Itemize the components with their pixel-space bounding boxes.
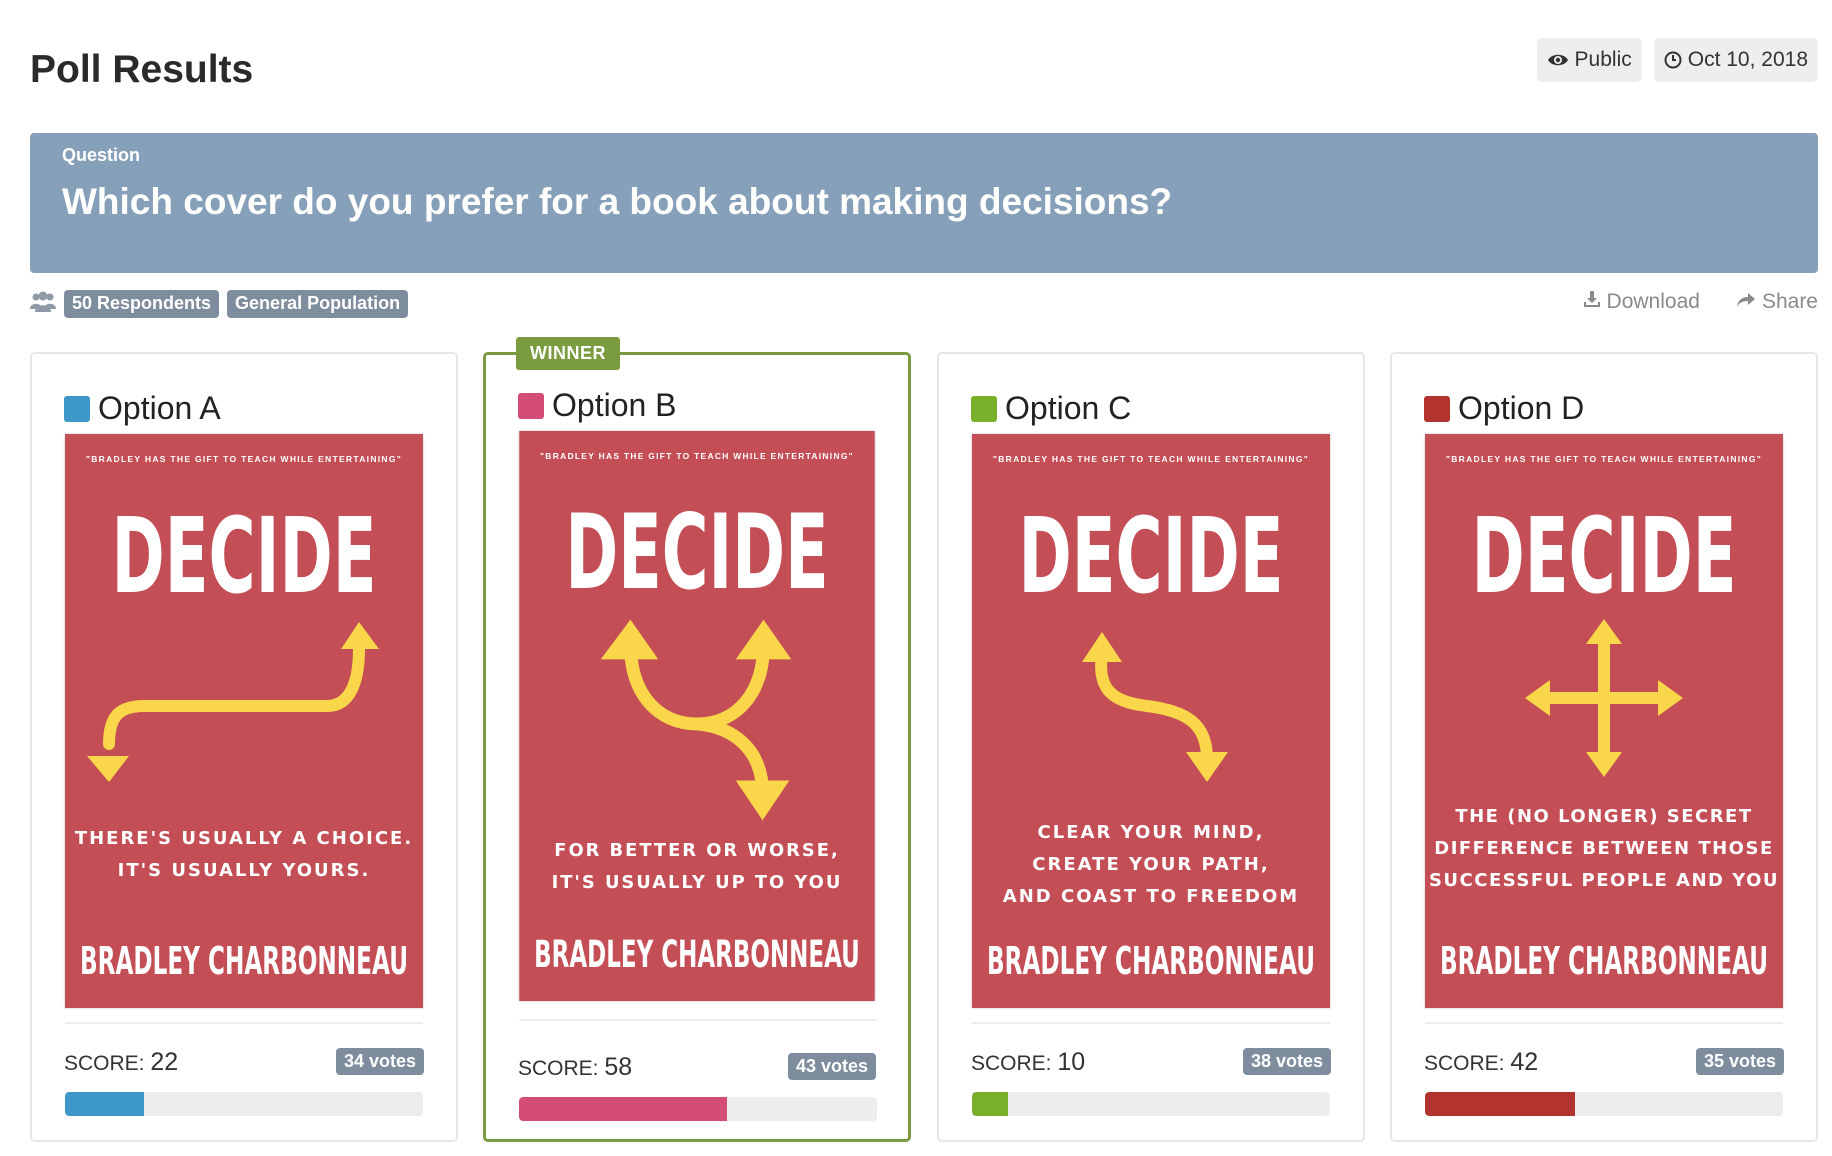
cover-tagline-line: THERE'S USUALLY A CHOICE. [75, 828, 413, 849]
score-bar [1425, 1092, 1783, 1116]
clock-icon [1664, 51, 1682, 69]
score-bar [65, 1092, 423, 1116]
cover-tagline-line: IT'S USUALLY UP TO YOU [552, 872, 843, 893]
cover-author: BRADLEY CHARBONNEAU [1440, 939, 1768, 983]
color-swatch [518, 392, 544, 419]
cover-title: DECIDE [1019, 495, 1284, 617]
score-bar-fill [972, 1092, 1008, 1116]
cover-title: DECIDE [1472, 495, 1737, 617]
score: SCORE: 42 [1424, 1048, 1538, 1077]
score-label: SCORE: [971, 1052, 1052, 1075]
cover-tagline-line: CLEAR YOUR MIND, [1038, 822, 1265, 843]
cover-tagline-line: AND COAST TO FREEDOM [1003, 886, 1299, 907]
score: SCORE: 22 [64, 1048, 178, 1077]
option-label: Option D [1458, 390, 1585, 426]
color-swatch [971, 395, 997, 422]
download-icon [1583, 290, 1601, 314]
option-label: Option B [552, 387, 677, 423]
respondents-badge: 50 Respondents [64, 290, 220, 318]
book-cover-image: "BRADLEY HAS THE GIFT TO TEACH WHILE ENT… [1425, 434, 1783, 1008]
download-label: Download [1606, 290, 1700, 313]
option-header: Option A [64, 390, 221, 427]
share-icon [1736, 290, 1756, 314]
cover-author: BRADLEY CHARBONNEAU [534, 932, 860, 976]
share-label: Share [1761, 290, 1818, 313]
cover-author: BRADLEY CHARBONNEAU [987, 939, 1315, 983]
date-label: Oct 10, 2018 [1687, 48, 1808, 71]
option-label: Option C [1005, 390, 1132, 426]
winner-badge: WINNER [516, 337, 620, 370]
book-cover-image: "BRADLEY HAS THE GIFT TO TEACH WHILE ENT… [65, 434, 423, 1008]
cover-tagline-line: IT'S USUALLY YOURS. [118, 860, 371, 881]
cover-tagline-line: DIFFERENCE BETWEEN THOSE [1434, 838, 1774, 859]
book-cover-image: "BRADLEY HAS THE GIFT TO TEACH WHILE ENT… [972, 434, 1330, 1008]
score-label: SCORE: [518, 1057, 599, 1080]
audience-badge: General Population [227, 290, 409, 318]
option-card-c[interactable]: Option C "BRADLEY HAS THE GIFT TO TEACH … [937, 352, 1365, 1142]
option-card-b[interactable]: WINNER Option B "BRADLEY HAS THE GIFT TO… [483, 337, 911, 1142]
score-value: 22 [150, 1048, 179, 1076]
question-text: Which cover do you prefer for a book abo… [62, 181, 1173, 222]
score-label: SCORE: [1424, 1052, 1505, 1075]
header-badges: Public Oct 10, 2018 [1536, 38, 1818, 82]
cover-blurb: "BRADLEY HAS THE GIFT TO TEACH WHILE ENT… [86, 454, 402, 464]
respondent-info: 50 Respondents General Population [30, 290, 409, 318]
divider [1425, 1022, 1783, 1024]
cover-title: DECIDE [112, 495, 377, 617]
cover-title: DECIDE [565, 493, 828, 613]
result-actions: Download Share [1583, 290, 1818, 314]
votes-badge: 43 votes [787, 1053, 876, 1080]
download-link[interactable]: Download [1583, 290, 1700, 314]
score-bar [972, 1092, 1330, 1116]
question-panel: Question Which cover do you prefer for a… [30, 133, 1818, 273]
votes-badge: 35 votes [1695, 1048, 1784, 1075]
score-label: SCORE: [64, 1052, 145, 1075]
score: SCORE: 58 [518, 1053, 632, 1082]
option-header: Option B [518, 387, 677, 424]
color-swatch [1424, 395, 1450, 422]
divider [972, 1022, 1330, 1024]
cover-blurb: "BRADLEY HAS THE GIFT TO TEACH WHILE ENT… [993, 454, 1309, 464]
score-value: 42 [1510, 1048, 1539, 1076]
cover-blurb: "BRADLEY HAS THE GIFT TO TEACH WHILE ENT… [1446, 454, 1762, 464]
score-bar [519, 1097, 877, 1121]
eye-icon [1547, 53, 1569, 67]
visibility-label: Public [1574, 48, 1632, 71]
share-link[interactable]: Share [1736, 290, 1818, 314]
color-swatch [64, 395, 90, 422]
date-badge: Oct 10, 2018 [1653, 38, 1818, 82]
book-cover-image: "BRADLEY HAS THE GIFT TO TEACH WHILE ENT… [519, 431, 875, 1001]
cover-tagline-line: CREATE YOUR PATH, [1032, 854, 1269, 875]
score-bar-fill [65, 1092, 144, 1116]
cover-tagline-line: FOR BETTER OR WORSE, [554, 840, 839, 861]
divider [65, 1022, 423, 1024]
score-value: 58 [604, 1053, 633, 1081]
cover-tagline-line: THE (NO LONGER) SECRET [1455, 806, 1752, 827]
cover-blurb: "BRADLEY HAS THE GIFT TO TEACH WHILE ENT… [540, 451, 854, 461]
options-grid: Option A "BRADLEY HAS THE GIFT TO TEACH … [30, 337, 1818, 1144]
divider [519, 1019, 877, 1021]
cover-author: BRADLEY CHARBONNEAU [80, 939, 408, 983]
users-icon [30, 291, 56, 318]
page-title: Poll Results [30, 48, 254, 91]
option-card-d[interactable]: Option D "BRADLEY HAS THE GIFT TO TEACH … [1390, 352, 1818, 1142]
cover-tagline-line: SUCCESSFUL PEOPLE AND YOU [1429, 870, 1779, 891]
votes-badge: 34 votes [335, 1048, 424, 1075]
score-bar-fill [519, 1097, 727, 1121]
score-bar-fill [1425, 1092, 1576, 1116]
score-value: 10 [1057, 1048, 1086, 1076]
option-label: Option A [98, 390, 221, 426]
visibility-badge[interactable]: Public [1536, 38, 1642, 82]
question-label: Question [62, 145, 141, 165]
option-header: Option D [1424, 390, 1584, 427]
option-card-a[interactable]: Option A "BRADLEY HAS THE GIFT TO TEACH … [30, 352, 458, 1142]
votes-badge: 38 votes [1242, 1048, 1331, 1075]
score: SCORE: 10 [971, 1048, 1085, 1077]
option-header: Option C [971, 390, 1131, 427]
